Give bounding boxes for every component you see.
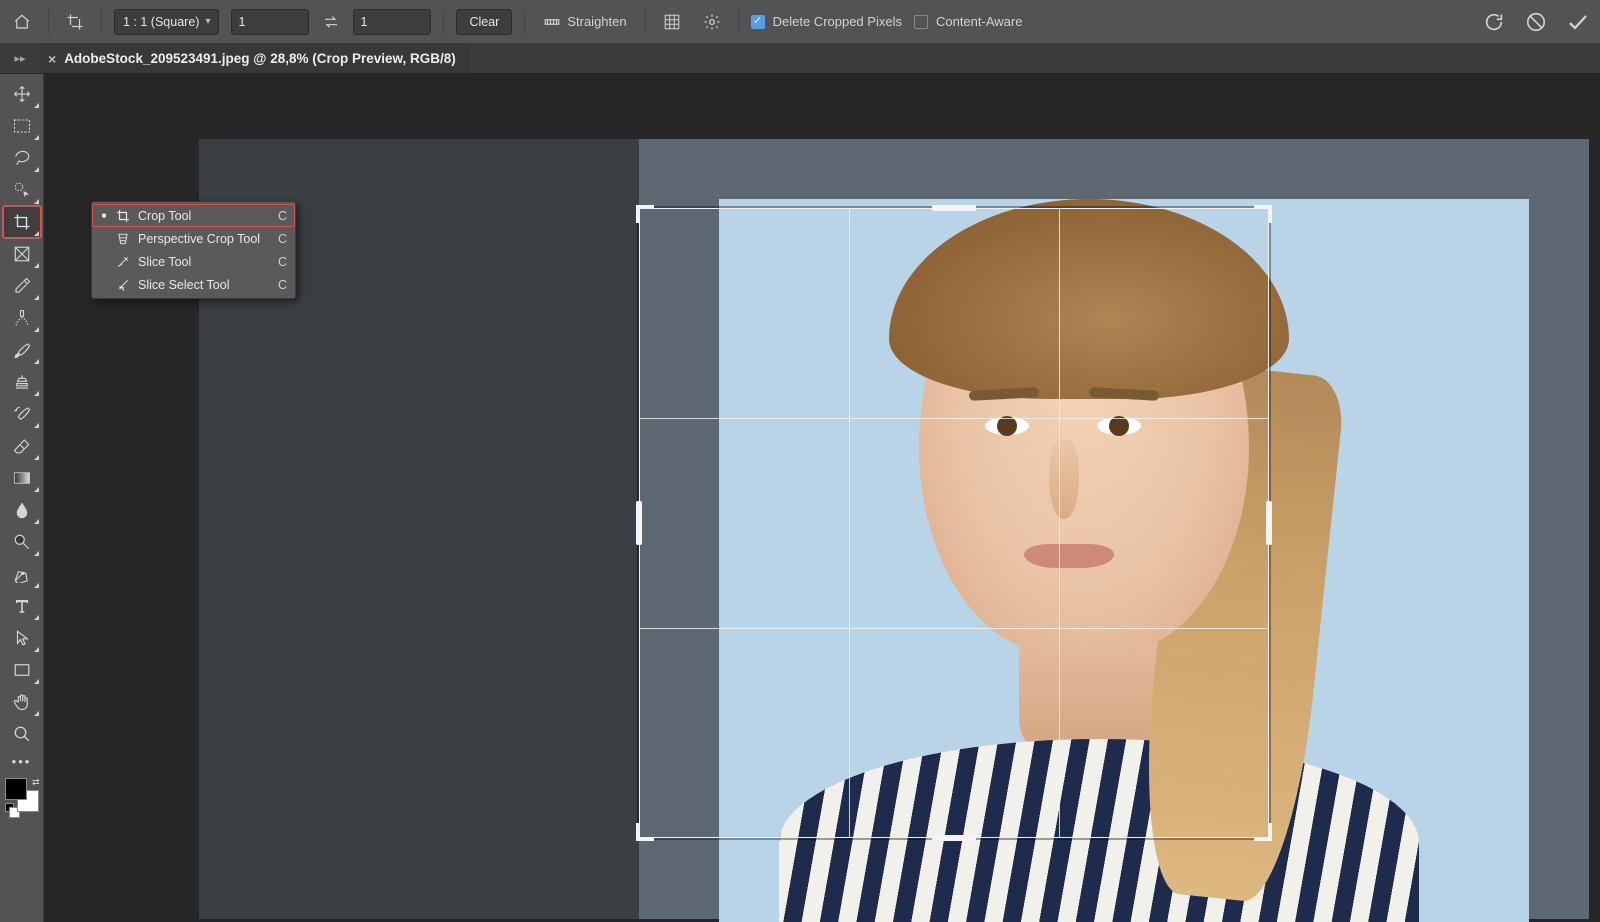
- document-title: AdobeStock_209523491.jpeg @ 28,8% (Crop …: [64, 51, 456, 66]
- slice-icon: [115, 254, 131, 270]
- flyout-item-shortcut: C: [278, 255, 287, 269]
- swap-colors-icon[interactable]: ⇄: [32, 777, 40, 788]
- straighten-button[interactable]: Straighten: [537, 8, 632, 36]
- flyout-item-slice-select-tool[interactable]: Slice Select Tool C: [92, 273, 295, 296]
- crop-grid-line: [640, 418, 1268, 419]
- crop-handle-top-right[interactable]: [1254, 205, 1272, 223]
- chevron-down-icon: ▾: [205, 16, 210, 27]
- crop-handle-bottom-left[interactable]: [636, 823, 654, 841]
- rectangle-shape-tool[interactable]: [3, 654, 41, 686]
- crop-handle-top-left[interactable]: [636, 205, 654, 223]
- flyout-item-perspective-crop-tool[interactable]: Perspective Crop Tool C: [92, 227, 295, 250]
- slice-select-icon: [115, 277, 131, 293]
- crop-bounding-box[interactable]: [639, 208, 1269, 838]
- delete-cropped-checkbox[interactable]: ✓ Delete Cropped Pixels: [751, 14, 902, 29]
- foreground-color-swatch[interactable]: [5, 778, 27, 800]
- aspect-ratio-dropdown[interactable]: 1 : 1 (Square) ▾: [114, 9, 219, 35]
- crop-grid-line: [849, 209, 850, 837]
- edit-toolbar-button[interactable]: •••: [3, 750, 41, 772]
- default-colors-icon[interactable]: [5, 803, 14, 812]
- move-tool[interactable]: [3, 78, 41, 110]
- dodge-tool[interactable]: [3, 526, 41, 558]
- clone-stamp-tool[interactable]: [3, 366, 41, 398]
- separator: [443, 9, 444, 35]
- perspective-crop-icon: [115, 231, 131, 247]
- crop-icon: [115, 208, 131, 224]
- history-brush-tool[interactable]: [3, 398, 41, 430]
- cancel-crop-button[interactable]: [1522, 8, 1550, 36]
- flyout-item-label: Perspective Crop Tool: [138, 232, 260, 246]
- crop-handle-right[interactable]: [1266, 501, 1272, 545]
- flyout-item-shortcut: C: [278, 209, 287, 223]
- content-aware-label: Content-Aware: [936, 14, 1022, 29]
- reset-crop-button[interactable]: [1480, 8, 1508, 36]
- separator: [48, 9, 49, 35]
- close-tab-button[interactable]: ×: [48, 51, 56, 67]
- content-aware-checkbox[interactable]: Content-Aware: [914, 14, 1022, 29]
- frame-tool[interactable]: [3, 238, 41, 270]
- crop-tool[interactable]: [3, 206, 41, 238]
- hand-tool[interactable]: [3, 686, 41, 718]
- type-tool[interactable]: [3, 590, 41, 622]
- panel-grip-icon[interactable]: ▸▸: [0, 52, 40, 65]
- path-select-tool[interactable]: [3, 622, 41, 654]
- quick-select-tool[interactable]: [3, 174, 41, 206]
- aspect-ratio-label: 1 : 1 (Square): [123, 15, 199, 29]
- lasso-tool[interactable]: [3, 142, 41, 174]
- healing-brush-tool[interactable]: [3, 302, 41, 334]
- checkbox-unchecked-icon: [914, 15, 928, 29]
- flyout-item-slice-tool[interactable]: Slice Tool C: [92, 250, 295, 273]
- tool-preset-icon[interactable]: [61, 8, 89, 36]
- crop-handle-bottom-right[interactable]: [1254, 823, 1272, 841]
- flyout-item-label: Slice Tool: [138, 255, 191, 269]
- clear-button[interactable]: Clear: [456, 9, 512, 35]
- clear-button-label: Clear: [469, 15, 499, 29]
- tools-panel: ••• ⇄: [0, 74, 44, 922]
- flyout-item-shortcut: C: [278, 278, 287, 292]
- flyout-item-crop-tool[interactable]: ■ Crop Tool C: [92, 204, 295, 227]
- crop-handle-left[interactable]: [636, 501, 642, 545]
- home-button[interactable]: [8, 8, 36, 36]
- flyout-item-shortcut: C: [278, 232, 287, 246]
- zoom-tool[interactable]: [3, 718, 41, 750]
- overlay-grid-button[interactable]: [658, 8, 686, 36]
- rect-marquee-tool[interactable]: [3, 110, 41, 142]
- crop-handle-top[interactable]: [932, 205, 976, 211]
- selected-bullet-icon: ■: [100, 211, 108, 220]
- separator: [101, 9, 102, 35]
- crop-tool-flyout: ■ Crop Tool C Perspective Crop Tool C: [91, 201, 296, 299]
- flyout-item-label: Slice Select Tool: [138, 278, 230, 292]
- swap-dimensions-button[interactable]: [321, 8, 341, 36]
- crop-handle-bottom[interactable]: [932, 835, 976, 841]
- straighten-label: Straighten: [567, 14, 626, 29]
- separator: [738, 9, 739, 35]
- color-swatches[interactable]: ⇄: [5, 778, 39, 812]
- eraser-tool[interactable]: [3, 430, 41, 462]
- checkbox-checked-icon: ✓: [751, 15, 765, 29]
- flyout-item-label: Crop Tool: [138, 209, 191, 223]
- crop-grid-line: [1059, 209, 1060, 837]
- document-tab-bar: ▸▸ × AdobeStock_209523491.jpeg @ 28,8% (…: [0, 44, 1600, 74]
- crop-settings-gear-button[interactable]: [698, 8, 726, 36]
- crop-height-input[interactable]: [353, 9, 431, 35]
- eyedropper-tool[interactable]: [3, 270, 41, 302]
- brush-tool[interactable]: [3, 334, 41, 366]
- separator: [524, 9, 525, 35]
- commit-crop-button[interactable]: [1564, 8, 1592, 36]
- gradient-tool[interactable]: [3, 462, 41, 494]
- separator: [645, 9, 646, 35]
- blur-tool[interactable]: [3, 494, 41, 526]
- document-tab[interactable]: × AdobeStock_209523491.jpeg @ 28,8% (Cro…: [40, 44, 470, 73]
- canvas-area[interactable]: ■ Crop Tool C Perspective Crop Tool C: [44, 74, 1600, 922]
- crop-grid-line: [640, 628, 1268, 629]
- crop-width-input[interactable]: [231, 9, 309, 35]
- delete-cropped-label: Delete Cropped Pixels: [773, 14, 902, 29]
- crop-options-bar: 1 : 1 (Square) ▾ Clear Straighten ✓ Dele…: [0, 0, 1600, 44]
- pen-tool[interactable]: [3, 558, 41, 590]
